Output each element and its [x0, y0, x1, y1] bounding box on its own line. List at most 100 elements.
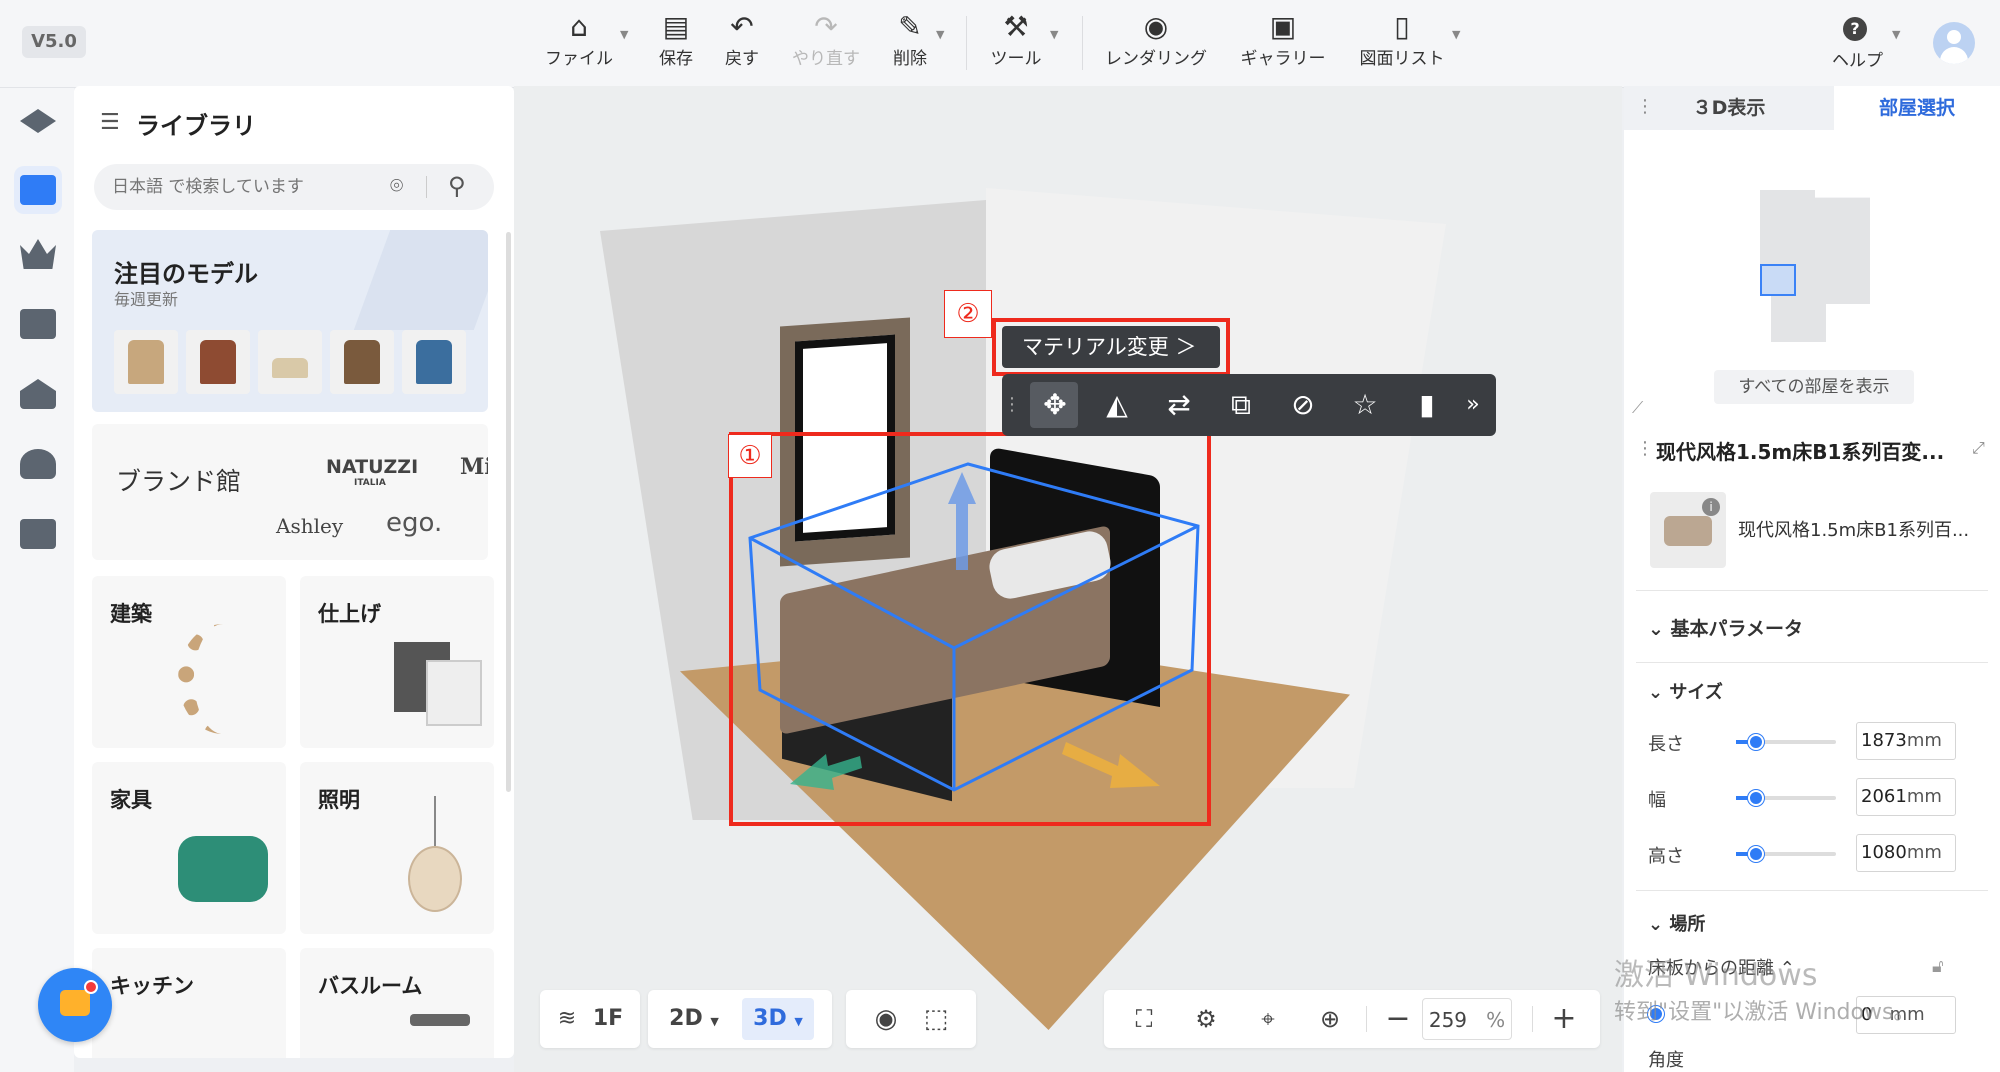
- zoom-in-icon[interactable]: +: [1544, 990, 1584, 1048]
- annotation-label-2: ②: [944, 290, 992, 338]
- featured-chair-thumb[interactable]: [114, 330, 178, 394]
- camera-settings-icon[interactable]: ⚙: [1186, 990, 1226, 1048]
- delete-button[interactable]: ✎ 削除: [890, 10, 930, 76]
- featured-chair-thumb[interactable]: [402, 330, 466, 394]
- size-section[interactable]: ⌄ サイズ: [1648, 678, 1723, 704]
- featured-chair-thumb[interactable]: [330, 330, 394, 394]
- camera-search-icon[interactable]: ⌾: [390, 174, 403, 199]
- item-thumbnail[interactable]: i: [1650, 492, 1726, 568]
- help-caret-icon[interactable]: ▼: [1892, 28, 1900, 41]
- rail-library-button[interactable]: [14, 166, 62, 214]
- rail-door-button[interactable]: [14, 300, 62, 348]
- featured-chair-thumb[interactable]: [186, 330, 250, 394]
- search-icon[interactable]: ⚲: [448, 172, 466, 200]
- category-architecture[interactable]: 建築: [92, 576, 286, 748]
- category-lighting[interactable]: 照明: [300, 762, 494, 934]
- library-title: ライブラリ: [136, 112, 256, 140]
- rail-user-button[interactable]: [14, 440, 62, 488]
- focus-icon[interactable]: ⌖: [1248, 990, 1288, 1048]
- material-change-button[interactable]: マテリアル変更 ＞: [1002, 326, 1220, 368]
- width-input[interactable]: 2061mm: [1856, 778, 1956, 816]
- tools-caret-icon[interactable]: ▼: [1050, 28, 1058, 41]
- drawings-caret-icon[interactable]: ▼: [1452, 28, 1460, 41]
- length-input[interactable]: 1873mm: [1856, 722, 1956, 760]
- cube-icon[interactable]: ⬚: [916, 990, 956, 1048]
- search-input[interactable]: [94, 164, 494, 210]
- rail-floorplan-button[interactable]: [14, 100, 62, 148]
- lock-icon[interactable]: 🔓︎: [1932, 956, 1944, 977]
- floor-selector[interactable]: ≋ 1F: [540, 990, 640, 1048]
- fit-selection-icon[interactable]: ⛶: [1124, 990, 1164, 1048]
- swap-icon[interactable]: ⇄: [1158, 384, 1200, 426]
- height-input[interactable]: 1080mm: [1856, 834, 1956, 872]
- brand-hall-card[interactable]: ブランド館 NATUZZI ITALIA Mi Ashley ego.: [92, 424, 488, 560]
- delete-caret-icon[interactable]: ▼: [936, 28, 944, 41]
- tab-3d-view[interactable]: ３D表示: [1624, 86, 1834, 130]
- drag-handle-icon[interactable]: ⋮: [1636, 96, 1654, 117]
- length-slider-knob[interactable]: [1748, 734, 1764, 750]
- view-3d-button[interactable]: 3D ▼: [742, 998, 814, 1040]
- save-label: 保存: [659, 49, 693, 69]
- zoom-out-icon[interactable]: −: [1380, 990, 1416, 1048]
- tab-room-select[interactable]: 部屋選択: [1834, 86, 2000, 130]
- render-label: レンダリング: [1105, 49, 1207, 69]
- help-label[interactable]: ヘルプ: [1832, 46, 1883, 71]
- avatar[interactable]: [1933, 22, 1975, 64]
- zoom-input[interactable]: 259 %: [1422, 998, 1512, 1040]
- info-icon[interactable]: i: [1702, 498, 1720, 516]
- view-3d-label: 3D: [753, 1006, 787, 1031]
- tools-button[interactable]: ⚒ ツール: [988, 10, 1044, 76]
- trash-icon[interactable]: ▮: [1406, 384, 1448, 426]
- rail-favorites-button[interactable]: [14, 230, 62, 278]
- version-badge: V5.0: [22, 26, 86, 58]
- width-slider-knob[interactable]: [1748, 790, 1764, 806]
- width-slider[interactable]: [1736, 790, 1836, 806]
- library-scrollbar[interactable]: [506, 232, 511, 792]
- width-value: 2061: [1861, 786, 1907, 807]
- expand-icon[interactable]: ⤢: [1972, 438, 1985, 458]
- category-finishes[interactable]: 仕上げ: [300, 576, 494, 748]
- help-icon[interactable]: ?: [1843, 17, 1867, 41]
- drag-handle-icon[interactable]: ⋮: [1636, 438, 1654, 459]
- brand-title: ブランド館: [116, 467, 242, 496]
- category-kitchen[interactable]: キッチン: [92, 948, 286, 1058]
- rail-house-button[interactable]: [14, 370, 62, 418]
- drawings-button[interactable]: ▯ 図面リスト: [1358, 10, 1446, 76]
- zoom-region-icon[interactable]: ⊕: [1310, 990, 1350, 1048]
- file-button[interactable]: ⌂ ファイル: [542, 10, 616, 76]
- view-2d-button[interactable]: 2D ▼: [662, 990, 726, 1048]
- expand-more-icon[interactable]: »: [1458, 384, 1488, 426]
- list-icon[interactable]: ☰: [100, 110, 120, 135]
- height-slider[interactable]: [1736, 846, 1836, 862]
- mirror-icon[interactable]: ◭: [1096, 384, 1138, 426]
- undo-button[interactable]: ↶ 戻す: [720, 10, 764, 76]
- divider: [1636, 662, 1988, 663]
- location-section[interactable]: ⌄ 場所: [1648, 910, 1705, 936]
- copy-add-icon[interactable]: ⧉: [1220, 384, 1262, 426]
- minimap-selected-room[interactable]: [1760, 264, 1796, 296]
- hide-icon[interactable]: ⊘: [1282, 384, 1324, 426]
- featured-chair-thumb[interactable]: [258, 330, 322, 394]
- category-furniture[interactable]: 家具: [92, 762, 286, 934]
- eye-icon[interactable]: ◉: [868, 990, 904, 1048]
- render-button[interactable]: ◉ レンダリング: [1104, 10, 1208, 76]
- rotate-move-icon[interactable]: ✥: [1034, 384, 1076, 426]
- category-bathroom[interactable]: バスルーム: [300, 948, 494, 1058]
- height-slider-knob[interactable]: [1748, 846, 1764, 862]
- category-label: キッチン: [110, 974, 194, 998]
- star-icon[interactable]: ☆: [1344, 384, 1386, 426]
- redo-button[interactable]: ↷ やり直す: [790, 10, 862, 76]
- save-button[interactable]: ▤ 保存: [654, 10, 698, 76]
- basic-params-section[interactable]: ⌄ 基本パラメータ: [1648, 614, 1803, 641]
- length-slider[interactable]: [1736, 734, 1836, 750]
- file-caret-icon[interactable]: ▼: [620, 28, 628, 41]
- featured-models-card[interactable]: 注目のモデル 毎週更新: [92, 230, 488, 412]
- resize-handle-icon[interactable]: ⟋: [1632, 398, 1643, 418]
- drag-handle-icon[interactable]: ⋮: [1002, 384, 1022, 426]
- camera-icon: ◉: [1143, 10, 1169, 43]
- gallery-button[interactable]: ▣ ギャラリー: [1238, 10, 1328, 76]
- chat-button[interactable]: [38, 968, 112, 1042]
- natuzzi-sublogo: ITALIA: [354, 478, 386, 488]
- rail-cabinet-button[interactable]: [14, 510, 62, 558]
- show-all-rooms-button[interactable]: すべての部屋を表示: [1714, 370, 1914, 404]
